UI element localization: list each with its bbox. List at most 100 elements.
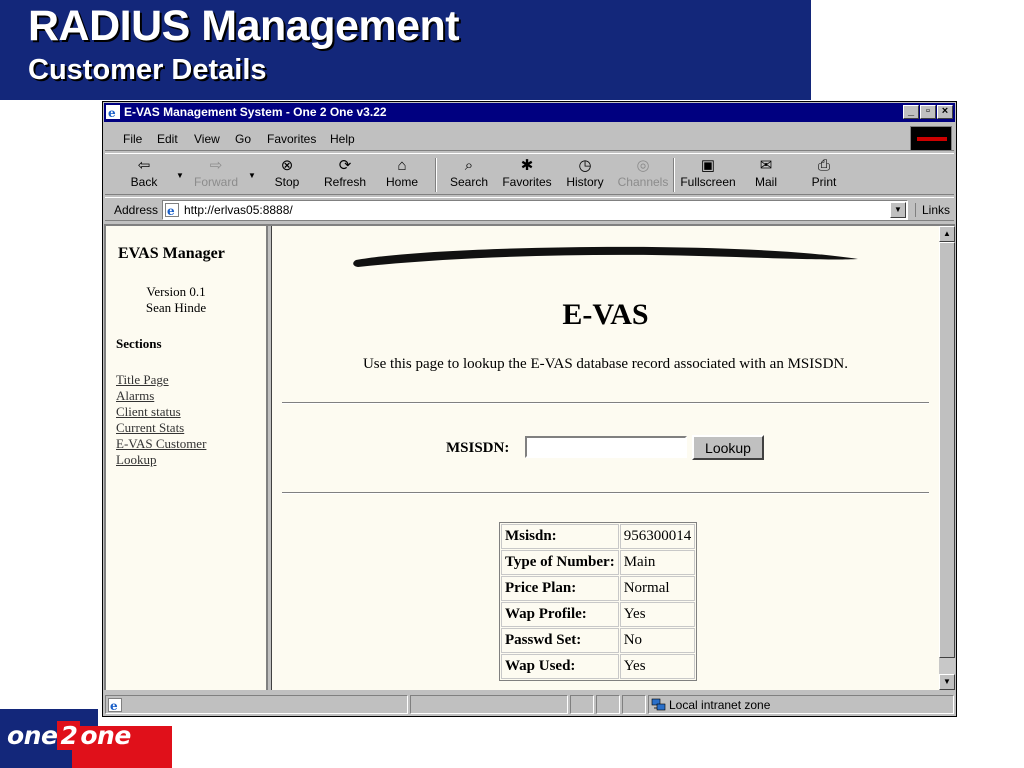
browser-window: e E-VAS Management System - One 2 One v3… xyxy=(102,101,957,717)
favorites-button[interactable]: ✱ Favorites xyxy=(498,157,556,193)
menu-view[interactable]: View xyxy=(194,132,220,146)
search-button[interactable]: ⌕ Search xyxy=(440,157,498,193)
nav-link-alarms[interactable]: Alarms xyxy=(116,388,206,404)
channels-button-label: Channels xyxy=(617,175,669,189)
toolbar-separator xyxy=(673,158,675,192)
scroll-down-icon[interactable]: ▼ xyxy=(939,674,955,690)
search-button-label: Search xyxy=(449,175,489,189)
menu-edit[interactable]: Edit xyxy=(157,132,178,146)
slide-title: RADIUS Management xyxy=(28,2,460,50)
minimize-button[interactable]: _ xyxy=(903,105,919,119)
links-button[interactable]: Links xyxy=(914,203,950,217)
table-row: Price Plan: Normal xyxy=(501,576,696,601)
fullscreen-button-label: Fullscreen xyxy=(680,175,736,189)
back-dropdown-icon[interactable]: ▼ xyxy=(176,171,184,180)
forward-button[interactable]: ⇨ Forward xyxy=(187,157,245,193)
svg-text:e: e xyxy=(167,204,175,217)
print-button-label: Print xyxy=(811,175,837,189)
back-button-label: Back xyxy=(130,175,158,189)
scroll-up-icon[interactable]: ▲ xyxy=(939,226,955,242)
menu-bar: File Edit View Go Favorites Help xyxy=(105,125,954,151)
menu-file[interactable]: File xyxy=(123,132,142,146)
status-bar: e Local intranet zone xyxy=(104,694,955,715)
record-table: Msisdn: 956300014 Type of Number: Main P… xyxy=(499,522,698,681)
field-value: 956300014 xyxy=(619,524,696,549)
intranet-zone-icon xyxy=(651,698,666,711)
field-value: Yes xyxy=(619,602,696,627)
address-input[interactable]: e http://erlvas05:8888/ ▼ xyxy=(162,200,908,220)
nav-link-client-status[interactable]: Client status xyxy=(116,404,206,420)
toolbar-separator xyxy=(435,158,437,192)
app-name: EVAS Manager xyxy=(118,245,225,262)
history-button-label: History xyxy=(566,175,604,189)
back-button[interactable]: ⇦ Back xyxy=(115,157,173,193)
stop-button-label: Stop xyxy=(274,175,300,189)
status-pane-zone: Local intranet zone xyxy=(648,695,954,714)
stop-button[interactable]: ⊗ Stop xyxy=(258,157,316,193)
logo-wordmark: one 2 one xyxy=(7,721,131,750)
toolbar: ⇦ Back ▼ ⇨ Forward ▼ ⊗ Stop ⟳ Refresh ⌂ … xyxy=(105,153,954,195)
table-row: Type of Number: Main xyxy=(501,550,696,575)
address-label: Address xyxy=(114,203,159,217)
scroll-thumb[interactable] xyxy=(939,242,955,658)
window-titlebar[interactable]: e E-VAS Management System - One 2 One v3… xyxy=(104,103,955,122)
logo-word-two: one xyxy=(80,721,131,750)
field-label: Passwd Set: xyxy=(501,628,619,653)
print-button[interactable]: ⎙ Print xyxy=(795,157,853,193)
menu-help[interactable]: Help xyxy=(330,132,355,146)
address-url: http://erlvas05:8888/ xyxy=(184,203,293,217)
nav-links: Title Page Alarms Client status Current … xyxy=(116,372,206,468)
refresh-button[interactable]: ⟳ Refresh xyxy=(316,157,374,193)
history-button[interactable]: ◷ History xyxy=(556,157,614,193)
msisdn-input[interactable] xyxy=(525,436,687,458)
field-label: Type of Number: xyxy=(501,550,619,575)
close-button[interactable]: × xyxy=(937,105,953,119)
security-zone-text: Local intranet zone xyxy=(669,698,771,712)
nav-link-evas-customer[interactable]: E-VAS Customer xyxy=(116,436,206,452)
version-text: Version 0.1 xyxy=(146,284,206,299)
maximize-button[interactable]: ▫ xyxy=(920,105,936,119)
nav-link-lookup[interactable]: Lookup xyxy=(116,452,206,468)
print-icon: ⎙ xyxy=(817,157,830,174)
mail-button[interactable]: ✉ Mail xyxy=(737,157,795,193)
vertical-scrollbar[interactable]: ▲ ▼ xyxy=(939,226,955,690)
slide-subtitle: Customer Details xyxy=(28,54,267,86)
field-label: Msisdn: xyxy=(501,524,619,549)
author-text: Sean Hinde xyxy=(145,300,207,315)
nav-link-current-stats[interactable]: Current Stats xyxy=(116,420,206,436)
field-value: Yes xyxy=(619,654,696,679)
status-pane xyxy=(410,695,568,714)
brush-stroke-divider xyxy=(353,246,858,267)
mail-button-label: Mail xyxy=(754,175,777,189)
favorites-icon: ✱ xyxy=(520,157,534,174)
field-value: No xyxy=(619,628,696,653)
logo-digit: 2 xyxy=(57,721,81,750)
back-arrow-icon: ⇦ xyxy=(137,157,151,174)
forward-arrow-icon: ⇨ xyxy=(209,157,223,174)
refresh-icon: ⟳ xyxy=(338,157,352,174)
field-label: Price Plan: xyxy=(501,576,619,601)
home-button[interactable]: ⌂ Home xyxy=(373,157,431,193)
channels-icon: ◎ xyxy=(636,157,650,174)
forward-dropdown-icon[interactable]: ▼ xyxy=(248,171,256,180)
forward-button-label: Forward xyxy=(193,175,238,189)
page-heading: E-VAS xyxy=(562,298,649,331)
logo-word-one: one xyxy=(7,721,58,750)
channels-button[interactable]: ◎ Channels xyxy=(614,157,672,193)
address-dropdown-icon[interactable]: ▼ xyxy=(890,202,906,218)
fullscreen-button[interactable]: ▣ Fullscreen xyxy=(679,157,737,193)
table-row: Passwd Set: No xyxy=(501,628,696,653)
stop-icon: ⊗ xyxy=(280,157,294,174)
lookup-button[interactable]: Lookup xyxy=(692,435,764,460)
table-row: Msisdn: 956300014 xyxy=(501,524,696,549)
brand-throbber-logo xyxy=(910,126,952,151)
status-pane xyxy=(596,695,620,714)
history-icon: ◷ xyxy=(578,157,592,174)
window-title: E-VAS Management System - One 2 One v3.2… xyxy=(124,105,387,119)
nav-link-title-page[interactable]: Title Page xyxy=(116,372,206,388)
status-pane xyxy=(570,695,594,714)
menu-go[interactable]: Go xyxy=(235,132,251,146)
slide-header: RADIUS Management Customer Details xyxy=(0,0,811,100)
menu-favorites[interactable]: Favorites xyxy=(267,132,316,146)
horizontal-rule xyxy=(282,402,929,404)
